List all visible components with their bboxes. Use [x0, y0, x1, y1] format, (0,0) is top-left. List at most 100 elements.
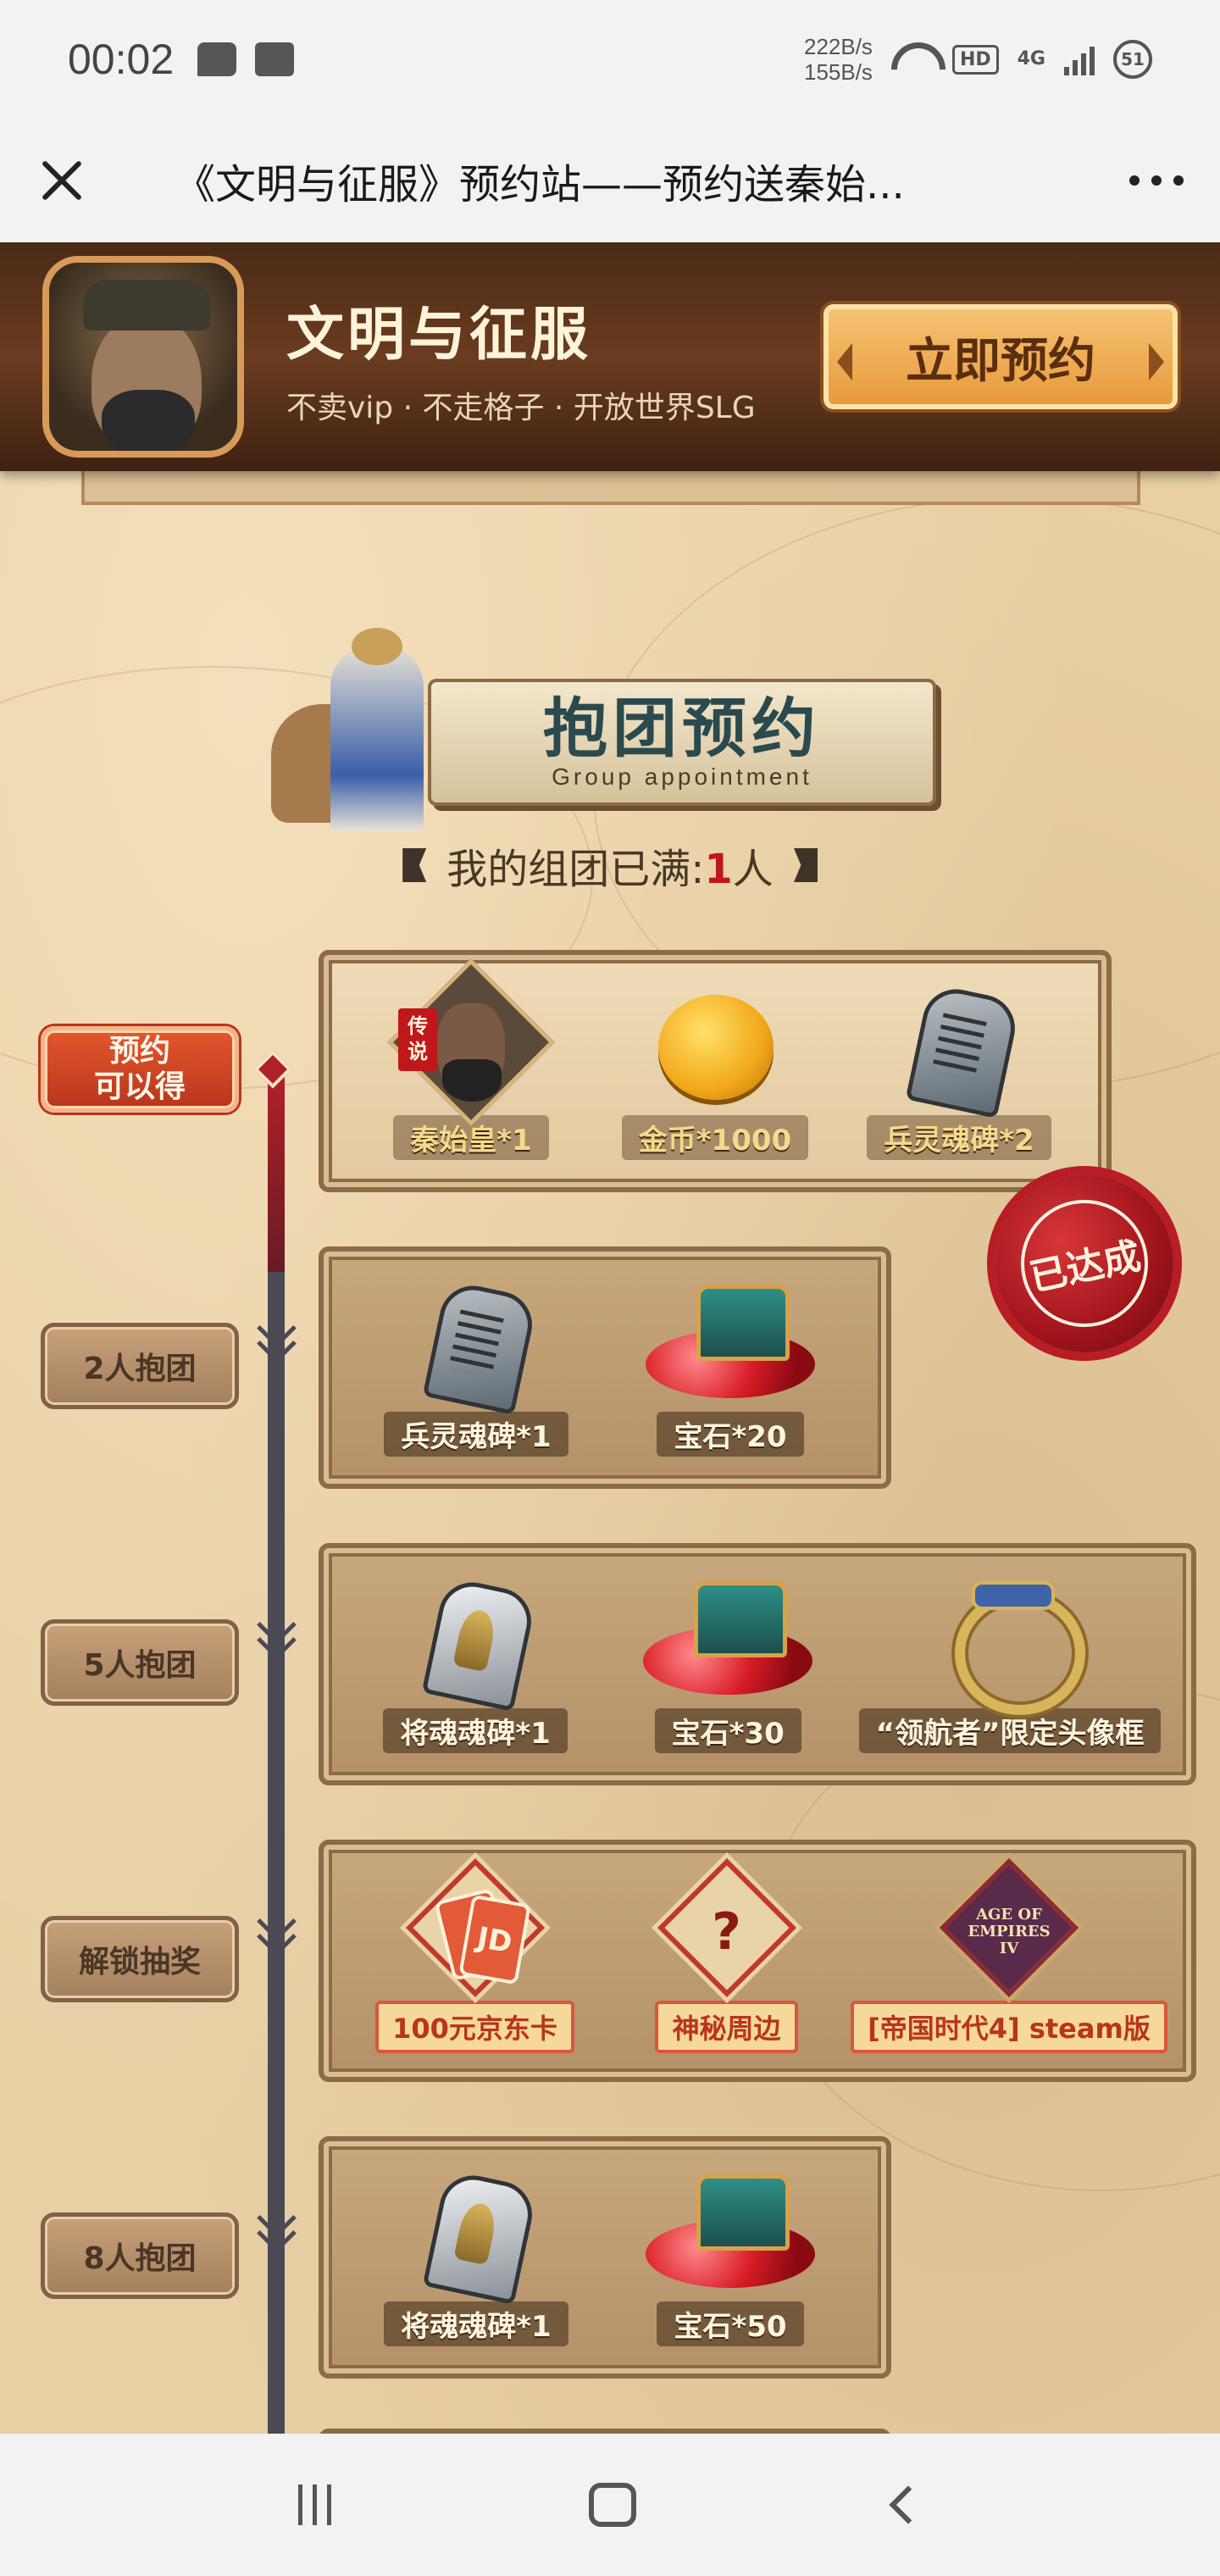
reward-card-8: 将魂魂碑*1 宝石*50: [319, 2136, 891, 2379]
reward-item[interactable]: 宝石*20: [603, 1280, 857, 1457]
avatar-frame-icon: [938, 1576, 1086, 1715]
soldier-stele-icon: [900, 983, 1018, 1110]
gold-coin-icon: [652, 983, 779, 1110]
tier-label-5: 5人抱团: [41, 1619, 239, 1706]
upload-speed: 222B/s: [803, 34, 873, 59]
more-menu-button[interactable]: [1093, 119, 1220, 242]
dot-icon: [1129, 175, 1140, 186]
reward-caption: 宝石*30: [654, 1707, 801, 1753]
battery-icon: 51: [1113, 40, 1152, 79]
wifi-icon: [891, 42, 934, 76]
game-banner: 文明与征服 不卖vip · 不走格子 · 开放世界SLG 立即预约: [0, 242, 1220, 471]
gem-chest-icon: [637, 1280, 824, 1407]
reward-item[interactable]: ? 神秘周边: [601, 1857, 852, 2053]
reward-item[interactable]: 宝石*50: [603, 2169, 857, 2346]
group-appointment-header: 抱团预约 Group appointment: [271, 628, 949, 848]
reward-caption: 宝石*20: [657, 1411, 804, 1457]
page-title: 《文明与征服》预约站——预约送秦始...: [175, 161, 905, 208]
flag-icon: [402, 848, 427, 882]
image-icon: [255, 42, 295, 76]
reward-card-5: 将魂魂碑*1 宝石*30 “领航者”限定头像框: [319, 1543, 1196, 1785]
reward-item[interactable]: 将魂魂碑*1: [349, 2169, 603, 2346]
hero-portrait-icon: 传说: [386, 958, 556, 1126]
chevron-down-icon: [259, 1314, 293, 1365]
dot-icon: [1151, 175, 1162, 186]
reward-caption: “领航者”限定头像框: [858, 1707, 1162, 1753]
tier-label-lottery: 解锁抽奖: [41, 1916, 239, 2002]
status-prefix: 我的组团已满:: [446, 846, 705, 893]
jd-card-icon: JD: [399, 1857, 552, 1998]
chevron-down-icon: [259, 1611, 293, 1662]
tier-label-8: 8人抱团: [41, 2212, 239, 2299]
gem-chest-icon: [635, 1576, 821, 1703]
reward-caption: 神秘周边: [655, 2001, 798, 2053]
game-tagline: 不卖vip · 不走格子 · 开放世界SLG: [286, 390, 756, 425]
close-button[interactable]: [0, 119, 124, 242]
signal-icon: [1064, 43, 1095, 75]
banner-text: 文明与征服 不卖vip · 不走格子 · 开放世界SLG: [286, 287, 756, 427]
mystery-icon: ?: [651, 1857, 803, 1998]
tier-label-line1: 预约: [108, 1034, 170, 1069]
status-bar: 00:02 222B/s 155B/s HD 4G 51: [0, 0, 1220, 119]
game-name: 文明与征服: [286, 301, 592, 369]
reward-item[interactable]: 传说 秦始皇*1: [349, 958, 593, 1160]
reward-caption: 将魂魂碑*1: [384, 2301, 568, 2346]
reserve-now-button[interactable]: 立即预约: [824, 304, 1178, 409]
status-time: 00:02: [68, 36, 175, 83]
reward-item[interactable]: “领航者”限定头像框: [854, 1576, 1166, 1753]
reward-item[interactable]: AGE OF EMPIRES IV [帝国时代4] steam版: [851, 1857, 1167, 2053]
reward-caption: [帝国时代4] steam版: [851, 2001, 1167, 2053]
back-button[interactable]: [889, 2485, 928, 2524]
reward-caption: 宝石*50: [657, 2301, 804, 2346]
section-title-scroll: 抱团预约 Group appointment: [428, 679, 936, 806]
reward-item[interactable]: 金币*1000: [593, 983, 837, 1160]
reward-caption: 金币*1000: [621, 1114, 809, 1160]
reward-item[interactable]: 兵灵魂碑*2: [837, 983, 1081, 1160]
reward-caption: 将魂魂碑*1: [383, 1707, 568, 1753]
group-status: 我的组团已满:1人: [0, 836, 1220, 895]
dot-icon: [1173, 175, 1184, 186]
reward-card-lottery: JD 100元京东卡 ? 神秘周边 AGE OF EMPIRES IV [帝国时…: [319, 1840, 1196, 2082]
tier-label-reserve: 预约 可以得: [41, 1026, 239, 1113]
group-count: 1: [704, 846, 733, 893]
gem-chest-icon: [637, 2169, 824, 2296]
tier-label-line2: 可以得: [93, 1069, 186, 1104]
system-nav-bar: [0, 2434, 1220, 2576]
reward-item[interactable]: 兵灵魂碑*1: [349, 1280, 603, 1457]
flag-icon: [794, 848, 818, 882]
reward-item[interactable]: 将魂魂碑*1: [349, 1576, 602, 1753]
reward-caption: 100元京东卡: [375, 2001, 574, 2053]
timeline-progress: [268, 1077, 285, 1272]
general-stele-icon: [417, 2169, 535, 2296]
aoe4-icon: AGE OF EMPIRES IV: [933, 1857, 1085, 1998]
reward-caption: 兵灵魂碑*2: [867, 1114, 1051, 1160]
section-title: 抱团预约: [543, 691, 821, 766]
download-speed: 155B/s: [803, 59, 873, 85]
hd-badge: HD: [951, 44, 999, 75]
chevron-down-icon: [259, 1907, 293, 1958]
chevron-down-icon: [259, 2204, 293, 2255]
reward-item[interactable]: 宝石*30: [602, 1576, 854, 1753]
tier-label-2: 2人抱团: [41, 1323, 239, 1409]
achieved-label: 已达成: [1009, 1188, 1160, 1339]
game-logo-icon[interactable]: [42, 256, 244, 458]
message-icon: [197, 42, 237, 76]
reward-card-reserve: 传说 秦始皇*1 金币*1000 兵灵魂碑*2: [319, 950, 1112, 1192]
status-suffix: 人: [732, 846, 774, 893]
group-status-text: 我的组团已满:1人: [446, 836, 774, 895]
question-glyph: ?: [712, 1902, 741, 1962]
reward-item[interactable]: JD 100元京东卡: [349, 1857, 601, 2053]
network-speed: 222B/s 155B/s: [804, 34, 873, 85]
reward-card-2: 兵灵魂碑*1 宝石*20: [319, 1246, 891, 1489]
section-subtitle: Group appointment: [552, 763, 812, 790]
general-stele-icon: [416, 1576, 535, 1703]
aoe-logo-text: AGE OF EMPIRES IV: [968, 1906, 1051, 1957]
reward-caption: 兵灵魂碑*1: [384, 1411, 568, 1457]
status-indicators: 222B/s 155B/s HD 4G 51: [804, 34, 1152, 85]
recents-button[interactable]: [298, 2484, 332, 2525]
notification-icons: [197, 42, 295, 76]
main-content: 文明与征服 不卖vip · 不走格子 · 开放世界SLG 立即预约 抱团预约 G…: [0, 242, 1220, 2434]
home-button[interactable]: [589, 2483, 637, 2527]
soldier-stele-icon: [417, 1280, 535, 1407]
network-type: 4G: [1017, 48, 1045, 69]
